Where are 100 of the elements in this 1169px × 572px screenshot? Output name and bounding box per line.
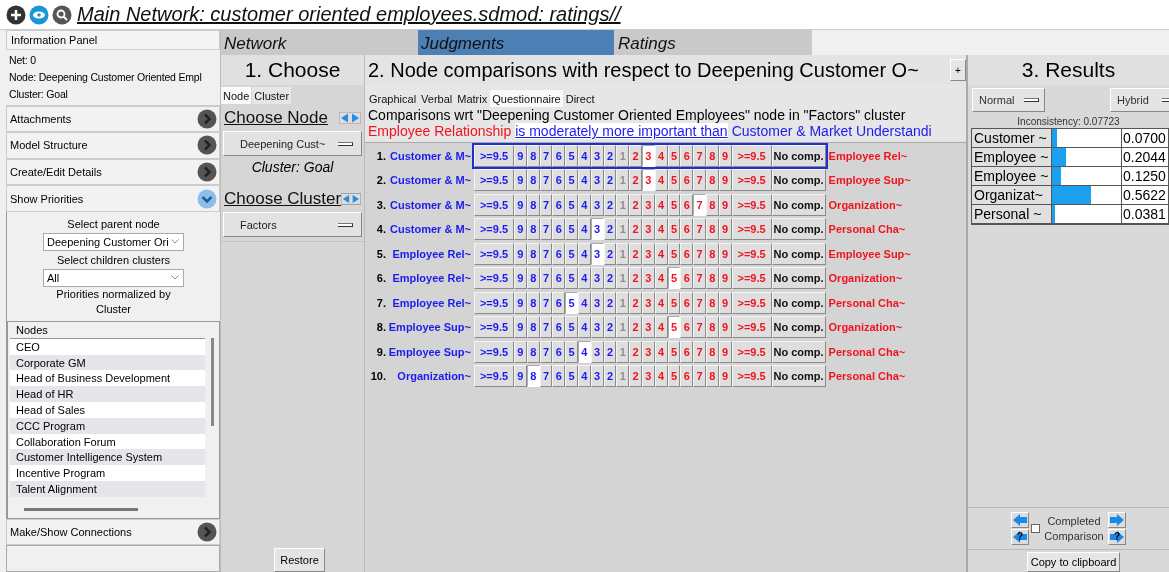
scale-button[interactable]: 9 — [514, 145, 527, 167]
tab[interactable]: Questionnaire — [490, 90, 563, 107]
parent-node-select[interactable]: Deepening Customer Ori — [43, 232, 184, 251]
choose-node-link[interactable]: Choose Node — [224, 108, 328, 128]
expand-button[interactable]: + — [950, 59, 966, 81]
scale-button[interactable]: >=9.5 — [474, 193, 514, 216]
scale-button[interactable]: >=9.5 — [731, 291, 772, 314]
scale-button[interactable]: >=9.5 — [731, 267, 772, 290]
scale-button[interactable]: No comp. — [771, 242, 826, 265]
node-row[interactable]: Incentive Program — [10, 465, 205, 482]
scale-button[interactable]: 7 — [693, 340, 706, 363]
previous-unanswered-button[interactable]: ? — [1011, 529, 1029, 545]
scale-button[interactable]: 6 — [552, 267, 566, 290]
scale-button[interactable]: 5 — [565, 364, 578, 387]
node-row[interactable]: Customer Intelligence System — [10, 449, 205, 466]
node-row[interactable]: Head of Sales — [10, 402, 205, 418]
scale-button[interactable]: 6 — [552, 291, 566, 314]
chevron-right-icon[interactable] — [197, 108, 217, 129]
mode-dropdown[interactable]: Normal — [972, 88, 1045, 112]
comparison-scale[interactable]: >=9.5 9 8 7 6 5 4 3 2 1 2 3 4 5 6 7 8 9 >=9.5 No comp. — [474, 169, 826, 192]
scale-button[interactable]: 6 — [680, 242, 694, 265]
left-right-arrows-icon[interactable] — [339, 112, 361, 124]
scale-button[interactable]: >=9.5 — [474, 291, 514, 314]
scale-button[interactable]: 5 — [565, 267, 578, 290]
scale-button[interactable]: 6 — [552, 340, 566, 363]
scale-button[interactable]: 7 — [693, 193, 706, 216]
scale-button[interactable]: No comp. — [771, 316, 826, 339]
scale-button[interactable]: >=9.5 — [731, 340, 772, 363]
scale-button[interactable]: 2 — [629, 340, 642, 363]
scale-button[interactable]: No comp. — [771, 340, 826, 363]
comparison-scale[interactable]: >=9.5 9 8 7 6 5 4 3 2 1 2 3 4 5 6 7 8 9 >=9.5 No comp. — [474, 145, 826, 167]
scale-button[interactable]: >=9.5 — [474, 340, 514, 363]
scale-button[interactable]: >=9.5 — [474, 316, 514, 339]
accordion-header[interactable]: Model Structure — [6, 132, 220, 159]
scale-button[interactable]: 6 — [552, 364, 566, 387]
main-tab[interactable]: Ratings — [615, 30, 812, 55]
comparison-scale[interactable]: >=9.5 9 8 7 6 5 4 3 2 1 2 3 4 5 6 7 8 9 >=9.5 No comp. — [474, 340, 826, 363]
comparison-scale[interactable]: >=9.5 9 8 7 6 5 4 3 2 1 2 3 4 5 6 7 8 9 >=9.5 No comp. — [474, 291, 826, 314]
scale-button[interactable]: 6 — [552, 316, 566, 339]
scale-button[interactable]: 9 — [514, 316, 527, 339]
accordion-header[interactable]: Make/Show Connections — [6, 518, 220, 546]
comparison-scale[interactable]: >=9.5 9 8 7 6 5 4 3 2 1 2 3 4 5 6 7 8 9 >=9.5 No comp. — [474, 267, 826, 290]
comparison-scale[interactable]: >=9.5 9 8 7 6 5 4 3 2 1 2 3 4 5 6 7 8 9 >=9.5 No comp. — [474, 193, 826, 216]
scale-button[interactable]: 9 — [514, 169, 527, 192]
chevron-right-icon[interactable] — [197, 135, 217, 156]
scale-button[interactable]: 5 — [565, 145, 578, 167]
scale-button[interactable]: 2 — [629, 193, 642, 216]
cluster-dropdown[interactable]: Factors — [223, 212, 362, 237]
children-clusters-select[interactable]: All — [43, 268, 184, 287]
scale-button[interactable]: 6 — [552, 242, 566, 265]
scale-button[interactable]: 2 — [629, 316, 642, 339]
comparison-scale[interactable]: >=9.5 9 8 7 6 5 4 3 2 1 2 3 4 5 6 7 8 9 >=9.5 No comp. — [474, 242, 826, 265]
scale-button[interactable]: >=9.5 — [474, 364, 514, 387]
scale-button[interactable]: No comp. — [771, 169, 826, 192]
scale-button[interactable]: 6 — [552, 169, 566, 192]
add-icon[interactable] — [6, 4, 26, 25]
scale-button[interactable]: 2 — [629, 218, 642, 241]
scale-button[interactable]: 6 — [680, 340, 694, 363]
scale-button[interactable]: >=9.5 — [474, 218, 514, 241]
main-tab[interactable]: Judgments — [418, 30, 615, 55]
accordion-header[interactable]: Create/Edit Details — [6, 158, 220, 186]
scale-button[interactable]: 6 — [680, 218, 694, 241]
scale-button[interactable]: 7 — [693, 267, 706, 290]
scale-button[interactable]: 5 — [565, 316, 578, 339]
scale-button[interactable]: 5 — [565, 340, 578, 363]
scale-button[interactable]: >=9.5 — [474, 145, 514, 167]
tab[interactable]: Cluster — [252, 87, 292, 104]
node-row[interactable]: Talent Alignment — [10, 481, 205, 497]
node-row[interactable]: Head of HR — [10, 386, 205, 403]
scale-button[interactable]: 5 — [565, 169, 578, 192]
accordion-header[interactable]: Attachments — [6, 105, 220, 133]
chevron-right-icon[interactable] — [197, 162, 217, 183]
accordion-header[interactable]: Show Priorities — [6, 185, 220, 212]
scale-button[interactable]: No comp. — [771, 218, 826, 241]
scale-button[interactable]: 9 — [514, 242, 527, 265]
scale-button[interactable]: 9 — [514, 291, 527, 314]
scale-button[interactable]: No comp. — [771, 364, 826, 387]
scale-button[interactable]: 6 — [552, 218, 566, 241]
restore-button[interactable]: Restore — [274, 548, 325, 572]
scale-button[interactable]: 6 — [552, 145, 566, 167]
scale-button[interactable]: 6 — [680, 169, 694, 192]
scale-button[interactable]: >=9.5 — [474, 169, 514, 192]
scale-button[interactable]: 7 — [693, 242, 706, 265]
scale-button[interactable]: 9 — [514, 340, 527, 363]
scale-button[interactable]: 9 — [514, 364, 527, 387]
scale-button[interactable]: 9 — [514, 267, 527, 290]
scale-button[interactable]: No comp. — [771, 291, 826, 314]
scale-button[interactable]: 2 — [629, 145, 642, 167]
scale-button[interactable]: 9 — [514, 193, 527, 216]
scale-button[interactable]: 5 — [565, 242, 578, 265]
scale-button[interactable]: 6 — [680, 193, 694, 216]
scale-button[interactable]: 7 — [693, 218, 706, 241]
navigation-button[interactable] — [1011, 512, 1029, 528]
comparison-scale[interactable]: >=9.5 9 8 7 6 5 4 3 2 1 2 3 4 5 6 7 8 9 >=9.5 No comp. — [474, 316, 826, 339]
scale-button[interactable]: 6 — [680, 267, 694, 290]
scale-button[interactable]: 7 — [693, 145, 706, 167]
judgment-link[interactable]: is moderately more important than — [515, 123, 728, 139]
scale-button[interactable]: >=9.5 — [731, 193, 772, 216]
comparison-scale[interactable]: >=9.5 9 8 7 6 5 4 3 2 1 2 3 4 5 6 7 8 9 >=9.5 No comp. — [474, 218, 826, 241]
scale-button[interactable]: 7 — [693, 316, 706, 339]
